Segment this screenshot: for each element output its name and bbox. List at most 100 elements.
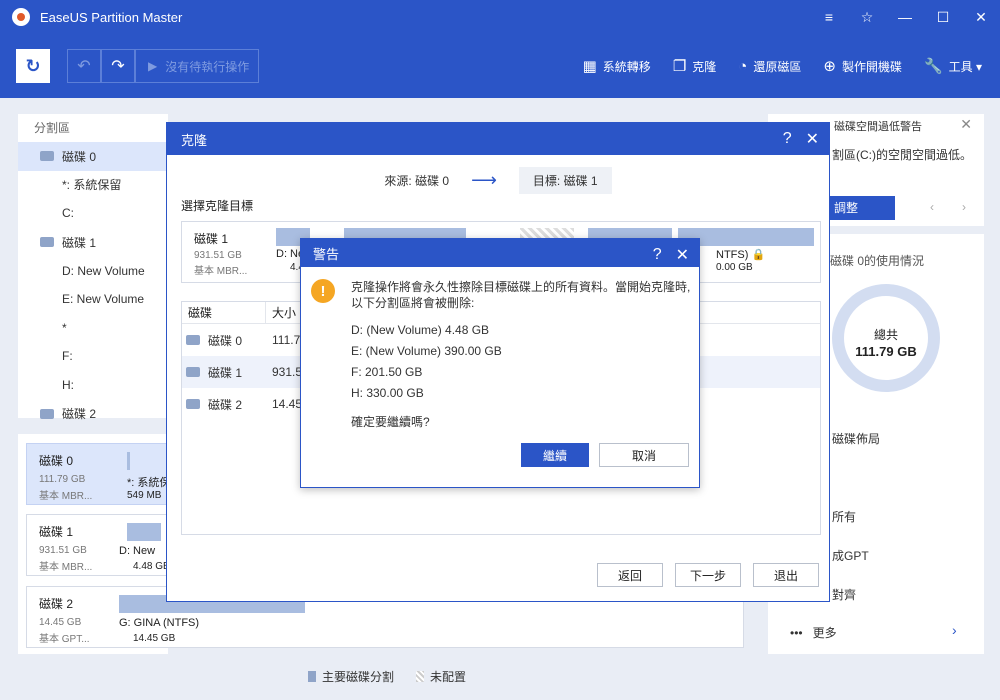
disk-icon bbox=[40, 408, 54, 419]
partition-label: *: 系統保 bbox=[127, 477, 171, 489]
disk-map-card-1[interactable]: 磁碟 1 931.51 GB 基本 MBR... D: New 4.48 GB bbox=[26, 514, 170, 576]
refresh-button[interactable]: ↻ bbox=[16, 49, 50, 83]
partition-bar[interactable] bbox=[127, 523, 161, 541]
tools-label: 工具 ▾ bbox=[948, 59, 982, 74]
usage-title: 磁碟 0的使用情況 bbox=[830, 254, 925, 268]
adjust-button[interactable]: 調整 bbox=[828, 196, 895, 220]
deleted-partition-item: E: (New Volume) 390.00 GB bbox=[351, 344, 502, 358]
star-icon[interactable]: ☆ bbox=[848, 0, 886, 34]
legend: 主要磁碟分割 未配置 bbox=[308, 668, 466, 685]
tree-label: C: bbox=[62, 206, 74, 221]
warning-dialog-title: 警告 bbox=[313, 246, 340, 262]
tree-label: 磁碟 0 bbox=[62, 149, 97, 164]
tree-disk-2[interactable]: 磁碟 2 bbox=[18, 399, 168, 428]
tree-partition[interactable]: C: bbox=[18, 199, 168, 228]
tree-label: F: bbox=[62, 349, 73, 364]
exit-button[interactable]: 退出 bbox=[753, 563, 819, 587]
more-label: 更多 bbox=[812, 626, 837, 640]
warning-dialog-header: 警告 ? ✕ bbox=[301, 239, 699, 267]
col-size[interactable]: 大小 bbox=[266, 304, 296, 321]
tools-button[interactable]: 🔧 工具 ▾ bbox=[924, 57, 982, 75]
tree-label: D: New Volume bbox=[62, 263, 145, 278]
continue-button[interactable]: 繼續 bbox=[521, 443, 589, 467]
partition-size: 0.00 GB bbox=[716, 262, 753, 273]
redo-button[interactable]: ↷ bbox=[101, 49, 135, 83]
disk-type: 基本 MBR... bbox=[39, 491, 93, 502]
tree-partition[interactable]: H: bbox=[18, 371, 168, 400]
action-align[interactable]: 對齊 bbox=[832, 586, 856, 603]
tree-partition[interactable]: *: 系統保留 bbox=[18, 171, 168, 200]
title-bar: EaseUS Partition Master ≡ ☆ — ☐ ✕ bbox=[0, 0, 1000, 34]
action-delete-all[interactable]: 所有 bbox=[832, 508, 856, 525]
deleted-partition-item: F: 201.50 GB bbox=[351, 365, 423, 379]
disk-map-card-0[interactable]: 磁碟 0 111.79 GB 基本 MBR... *: 系統保 549 MB bbox=[26, 443, 171, 505]
chevron-left-icon[interactable]: ‹ bbox=[930, 200, 934, 214]
tree-partition[interactable]: E: New Volume bbox=[18, 285, 168, 314]
execute-pending-button[interactable]: ▶ 沒有待執行操作 bbox=[135, 49, 259, 83]
chevron-right-icon[interactable]: › bbox=[962, 200, 966, 214]
disk-type: 基本 MBR... bbox=[39, 562, 93, 573]
dialog-header: 克隆 ? ✕ bbox=[167, 123, 829, 155]
create-bootable-label: 製作開機碟 bbox=[841, 59, 902, 74]
partition-bar[interactable] bbox=[127, 452, 130, 470]
tree-label: 磁碟 2 bbox=[62, 407, 97, 422]
play-icon: ▶ bbox=[148, 59, 158, 73]
tree-label: 磁碟 1 bbox=[62, 235, 97, 250]
back-button[interactable]: 返回 bbox=[597, 563, 663, 587]
disk-type: 基本 MBR... bbox=[194, 266, 248, 277]
disk-layout-label[interactable]: 磁碟佈局 bbox=[832, 430, 880, 447]
donut-value: 111.79 GB bbox=[855, 344, 917, 359]
next-button[interactable]: 下一步 bbox=[675, 563, 741, 587]
help-icon[interactable]: ? bbox=[653, 246, 662, 264]
partition-label: NTFS) 🔒 bbox=[716, 248, 765, 261]
partition-label-text: NTFS) bbox=[716, 249, 749, 261]
restore-partition-button[interactable]: ◔ 還原磁區 bbox=[738, 58, 801, 75]
refresh-icon: ↻ bbox=[25, 55, 41, 76]
tree-partition[interactable]: * bbox=[18, 314, 168, 343]
help-icon[interactable]: ? bbox=[783, 130, 792, 148]
system-migrate-label: 系統轉移 bbox=[602, 59, 651, 74]
disk-name: 磁碟 0 bbox=[39, 454, 74, 468]
close-icon[interactable]: ✕ bbox=[676, 245, 689, 265]
disk-type: 基本 GPT... bbox=[39, 634, 90, 645]
close-icon[interactable]: ✕ bbox=[962, 0, 1000, 34]
menu-icon[interactable]: ≡ bbox=[810, 0, 848, 34]
minimize-icon[interactable]: — bbox=[886, 0, 924, 34]
tree-partition[interactable]: F: bbox=[18, 342, 168, 371]
donut-label: 總共 bbox=[873, 328, 898, 342]
disk-icon bbox=[186, 335, 200, 345]
disk-icon bbox=[186, 399, 200, 409]
tree-disk-0[interactable]: 磁碟 0 bbox=[18, 142, 168, 171]
col-disk[interactable]: 磁碟 bbox=[182, 302, 266, 323]
cancel-button[interactable]: 取消 bbox=[599, 443, 689, 467]
close-icon[interactable]: ✕ bbox=[960, 116, 972, 133]
action-convert-gpt[interactable]: 成GPT bbox=[832, 547, 869, 564]
legend-primary: 主要磁碟分割 bbox=[322, 670, 395, 684]
warning-icon: ! bbox=[311, 279, 335, 303]
confirm-question: 確定要繼續嗎? bbox=[351, 415, 430, 429]
unallocated-swatch bbox=[416, 671, 425, 682]
more-dots-icon: ••• bbox=[790, 625, 803, 640]
clone-button[interactable]: ❐ 克隆 bbox=[673, 57, 716, 75]
close-icon[interactable]: ✕ bbox=[806, 129, 819, 149]
disk-icon bbox=[40, 237, 54, 248]
legend-unallocated: 未配置 bbox=[430, 670, 467, 684]
tree-partition[interactable]: D: New Volume bbox=[18, 256, 168, 285]
disk-name: 磁碟 1 bbox=[194, 232, 229, 246]
app-logo-icon bbox=[12, 8, 30, 26]
disk-icon bbox=[40, 151, 54, 162]
more-button[interactable]: ••• 更多 bbox=[790, 624, 837, 641]
create-bootable-button[interactable]: ⊕ 製作開機碟 bbox=[823, 57, 902, 75]
system-migrate-button[interactable]: ▦ 系統轉移 bbox=[583, 57, 651, 75]
chevron-right-icon[interactable]: › bbox=[952, 622, 957, 638]
clone-icon: ❐ bbox=[672, 58, 687, 75]
undo-icon: ↶ bbox=[77, 58, 91, 75]
maximize-icon[interactable]: ☐ bbox=[924, 0, 962, 34]
partition-label: G: GINA (NTFS) bbox=[119, 617, 200, 629]
warning-dialog: 警告 ? ✕ ! 克隆操作將會永久性擦除目標磁碟上的所有資料。當開始克隆時,以下… bbox=[300, 238, 700, 488]
row-size: 14.45 bbox=[272, 397, 303, 411]
wrench-icon: 🔧 bbox=[923, 58, 943, 75]
tree-disk-1[interactable]: 磁碟 1 bbox=[18, 228, 168, 257]
undo-button[interactable]: ↶ bbox=[67, 49, 101, 83]
partition-label: D: New bbox=[119, 545, 156, 557]
